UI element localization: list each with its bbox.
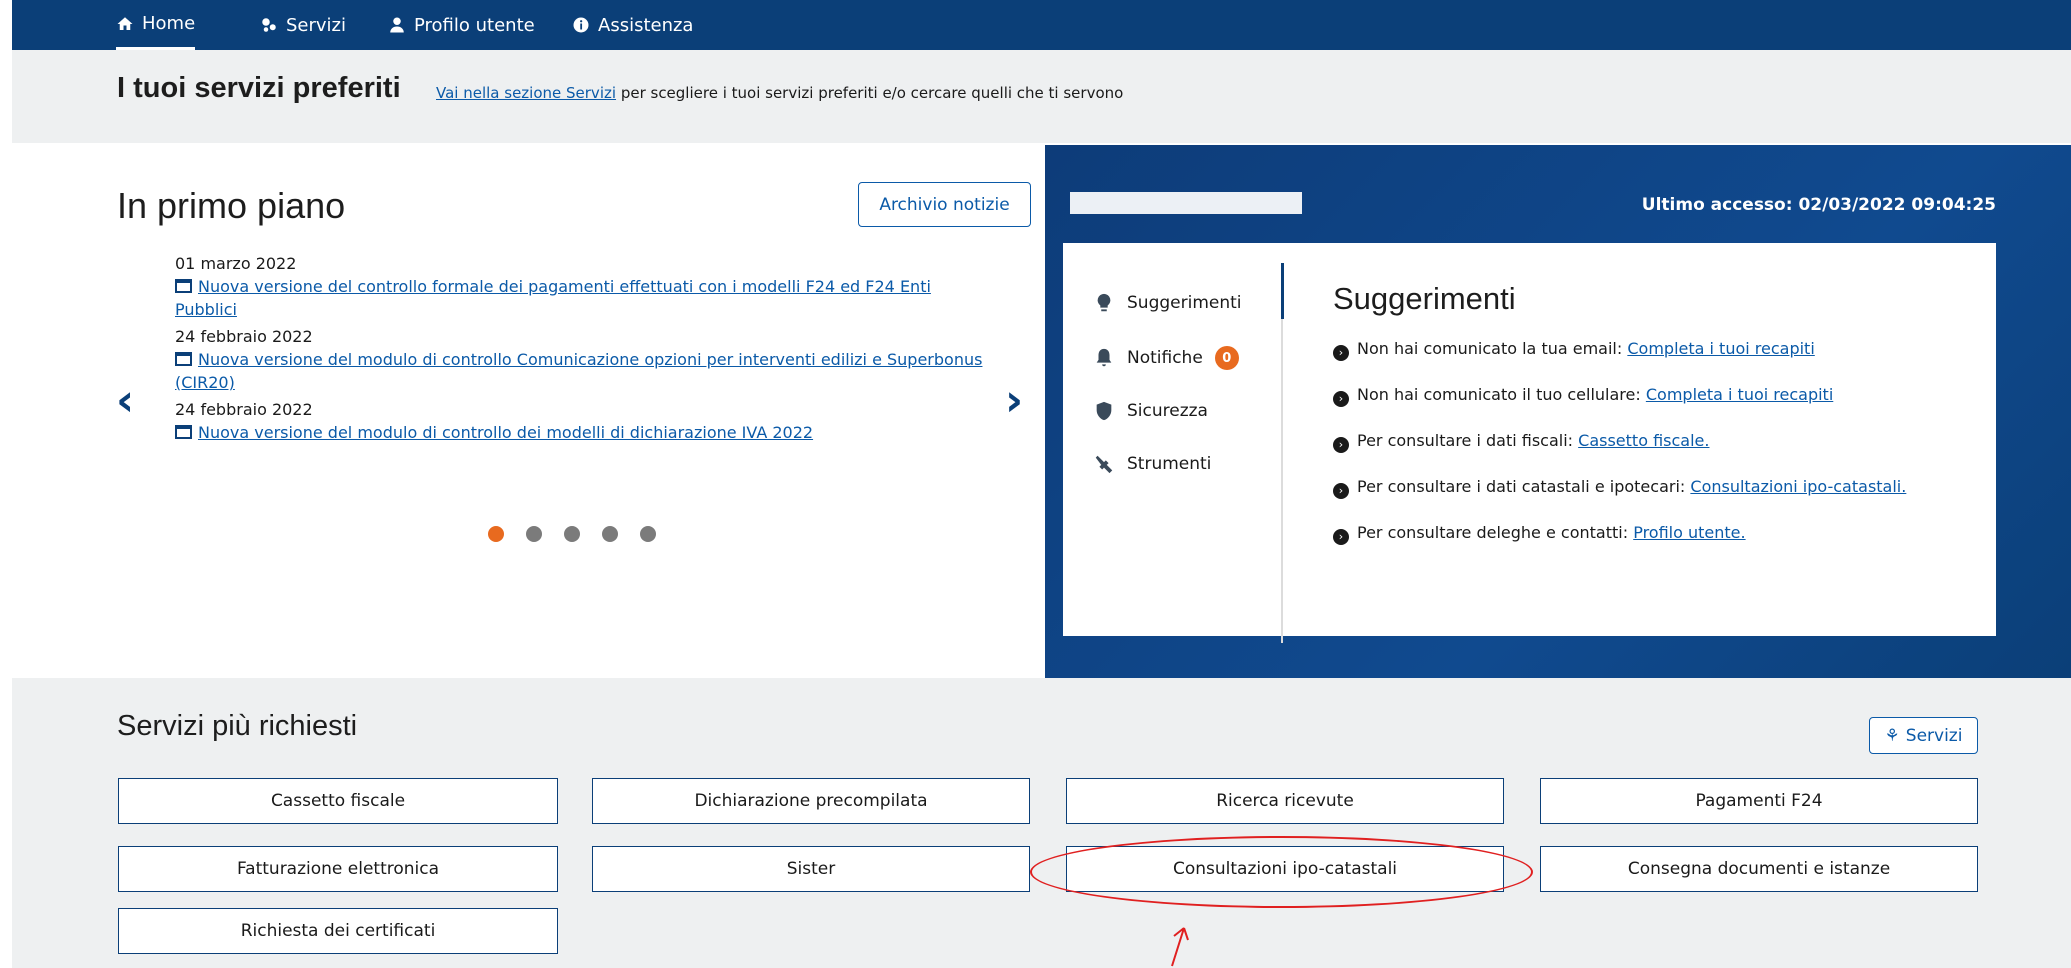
suggestion-link[interactable]: Cassetto fiscale. xyxy=(1578,431,1709,450)
suggestion-item: › Per consultare i dati fiscali: Cassetto… xyxy=(1333,429,1973,453)
news-date: 24 febbraio 2022 xyxy=(175,327,313,346)
arrow-circle-icon: › xyxy=(1333,483,1349,499)
suggestions-title: Suggerimenti xyxy=(1333,281,1516,316)
tab-label: Sicurezza xyxy=(1127,401,1208,421)
carousel-dot[interactable] xyxy=(640,526,656,542)
news-item: 24 febbraio 2022 Nuova versione del modu… xyxy=(175,325,995,394)
service-consegna-documenti[interactable]: Consegna documenti e istanze xyxy=(1540,846,1978,892)
suggestion-text: Non hai comunicato la tua email: xyxy=(1357,339,1623,358)
arrow-circle-icon: › xyxy=(1333,345,1349,361)
nav-item-profilo-utente[interactable]: Profilo utente xyxy=(388,0,535,50)
annotation-arrow-icon xyxy=(1171,927,1189,967)
external-window-icon xyxy=(175,425,192,439)
tab-suggerimenti[interactable]: Suggerimenti xyxy=(1093,285,1242,321)
nav-item-home[interactable]: Home xyxy=(116,0,196,50)
arrow-circle-icon: › xyxy=(1333,437,1349,453)
services-icon xyxy=(262,18,276,32)
top-navigation: Home Servizi Profilo utente Assistenza xyxy=(12,0,2071,50)
suggestion-item: › Per consultare i dati catastali e ipote… xyxy=(1333,475,1973,499)
news-link[interactable]: Nuova versione del modulo di controllo d… xyxy=(198,423,813,442)
notification-count-badge: 0 xyxy=(1214,346,1239,370)
suggestion-text: Non hai comunicato il tuo cellulare: xyxy=(1357,385,1641,404)
news-title: In primo piano xyxy=(117,185,346,226)
external-window-icon xyxy=(175,352,192,366)
user-panel-tabs: Suggerimenti Notifiche 0 Sicurezza Strum… xyxy=(1063,243,1283,636)
suggestion-item: › Per consultare deleghe e contatti: Prof… xyxy=(1333,521,1973,545)
user-icon xyxy=(390,17,404,33)
tab-strumenti[interactable]: Strumenti xyxy=(1093,446,1211,482)
service-fatturazione-elettronica[interactable]: Fatturazione elettronica xyxy=(118,846,558,892)
favourites-strip: I tuoi servizi preferiti Vai nella sezio… xyxy=(12,50,2071,143)
tab-notifiche[interactable]: Notifiche 0 xyxy=(1093,340,1239,376)
nav-item-label: Home xyxy=(142,13,196,34)
favourites-hint-text: per scegliere i tuoi servizi preferiti e… xyxy=(620,84,1124,102)
suggestions-panel: Suggerimenti › Non hai comunicato la tua … xyxy=(1333,281,1973,567)
highlight-ellipse xyxy=(1030,836,1533,908)
bell-icon xyxy=(1096,348,1112,367)
active-tab-indicator xyxy=(1281,263,1284,319)
home-icon xyxy=(117,16,133,30)
last-access: Ultimo accesso: 02/03/2022 09:04:25 xyxy=(1641,195,1996,215)
carousel-dot[interactable] xyxy=(602,526,618,542)
user-panel-card: Suggerimenti Notifiche 0 Sicurezza Strum… xyxy=(1063,243,1996,643)
tab-label: Notifiche xyxy=(1127,348,1203,368)
service-sister[interactable]: Sister xyxy=(592,846,1030,892)
redacted-user-name xyxy=(1070,192,1302,214)
suggestion-link[interactable]: Completa i tuoi recapiti xyxy=(1627,339,1814,358)
carousel-dot[interactable] xyxy=(488,526,504,542)
suggestion-text: Per consultare i dati catastali e ipotec… xyxy=(1357,477,1686,496)
nav-item-label: Assistenza xyxy=(598,14,694,36)
tab-sicurezza[interactable]: Sicurezza xyxy=(1093,393,1208,429)
suggestion-item: › Non hai comunicato la tua email: Comple… xyxy=(1333,337,1973,361)
info-icon xyxy=(573,17,589,33)
carousel-next-arrow[interactable]: › xyxy=(1005,375,1023,426)
tools-icon xyxy=(1095,455,1113,474)
services-title: Servizi più richiesti xyxy=(117,710,358,742)
suggestion-link[interactable]: Profilo utente. xyxy=(1633,523,1745,542)
service-richiesta-certificati[interactable]: Richiesta dei certificati xyxy=(118,908,558,954)
services-button-label: Servizi xyxy=(1905,725,1963,746)
favourites-title: I tuoi servizi preferiti xyxy=(117,72,401,104)
suggestion-text: Per consultare i dati fiscali: xyxy=(1357,431,1574,450)
services-button[interactable]: ⚘ Servizi xyxy=(1869,717,1978,754)
suggestion-link[interactable]: Consultazioni ipo-catastali. xyxy=(1690,477,1906,496)
tab-label: Suggerimenti xyxy=(1127,293,1242,313)
carousel-dots xyxy=(488,526,656,542)
news-archive-button[interactable]: Archivio notizie xyxy=(858,182,1031,227)
favourites-hint: Vai nella sezione Servizi per scegliere … xyxy=(436,84,1123,102)
suggestion-text: Per consultare deleghe e contatti: xyxy=(1357,523,1629,542)
news-date: 01 marzo 2022 xyxy=(175,254,297,273)
services-icon: ⚘ xyxy=(1884,725,1900,746)
service-ricerca-ricevute[interactable]: Ricerca ricevute xyxy=(1066,778,1504,824)
carousel-dot[interactable] xyxy=(526,526,542,542)
nav-item-assistenza[interactable]: Assistenza xyxy=(572,0,693,50)
suggestion-link[interactable]: Completa i tuoi recapiti xyxy=(1646,385,1833,404)
news-item: 24 febbraio 2022 Nuova versione del modu… xyxy=(175,398,995,444)
news-link[interactable]: Nuova versione del controllo formale dei… xyxy=(175,277,931,319)
nav-item-label: Servizi xyxy=(286,14,347,36)
service-pagamenti-f24[interactable]: Pagamenti F24 xyxy=(1540,778,1978,824)
news-list: 01 marzo 2022 Nuova versione del control… xyxy=(175,252,995,448)
tab-divider xyxy=(1281,263,1283,643)
tab-label: Strumenti xyxy=(1127,454,1212,474)
user-panel: Ultimo accesso: 02/03/2022 09:04:25 Sugg… xyxy=(1045,145,2071,678)
nav-item-label: Profilo utente xyxy=(414,14,535,36)
carousel-prev-arrow[interactable]: ‹ xyxy=(116,375,134,426)
carousel-dot[interactable] xyxy=(564,526,580,542)
services-section-link[interactable]: Vai nella sezione Servizi xyxy=(436,84,616,102)
shield-icon xyxy=(1096,401,1112,421)
arrow-circle-icon: › xyxy=(1333,391,1349,407)
external-window-icon xyxy=(175,279,192,293)
news-date: 24 febbraio 2022 xyxy=(175,400,313,419)
news-link[interactable]: Nuova versione del modulo di controllo C… xyxy=(175,350,982,392)
suggestion-item: › Non hai comunicato il tuo cellulare: Co… xyxy=(1333,383,1973,407)
service-cassetto-fiscale[interactable]: Cassetto fiscale xyxy=(118,778,558,824)
service-dichiarazione-precompilata[interactable]: Dichiarazione precompilata xyxy=(592,778,1030,824)
news-item: 01 marzo 2022 Nuova versione del control… xyxy=(175,252,995,321)
arrow-circle-icon: › xyxy=(1333,529,1349,545)
nav-item-servizi[interactable]: Servizi xyxy=(260,0,346,50)
lightbulb-icon xyxy=(1097,293,1111,312)
